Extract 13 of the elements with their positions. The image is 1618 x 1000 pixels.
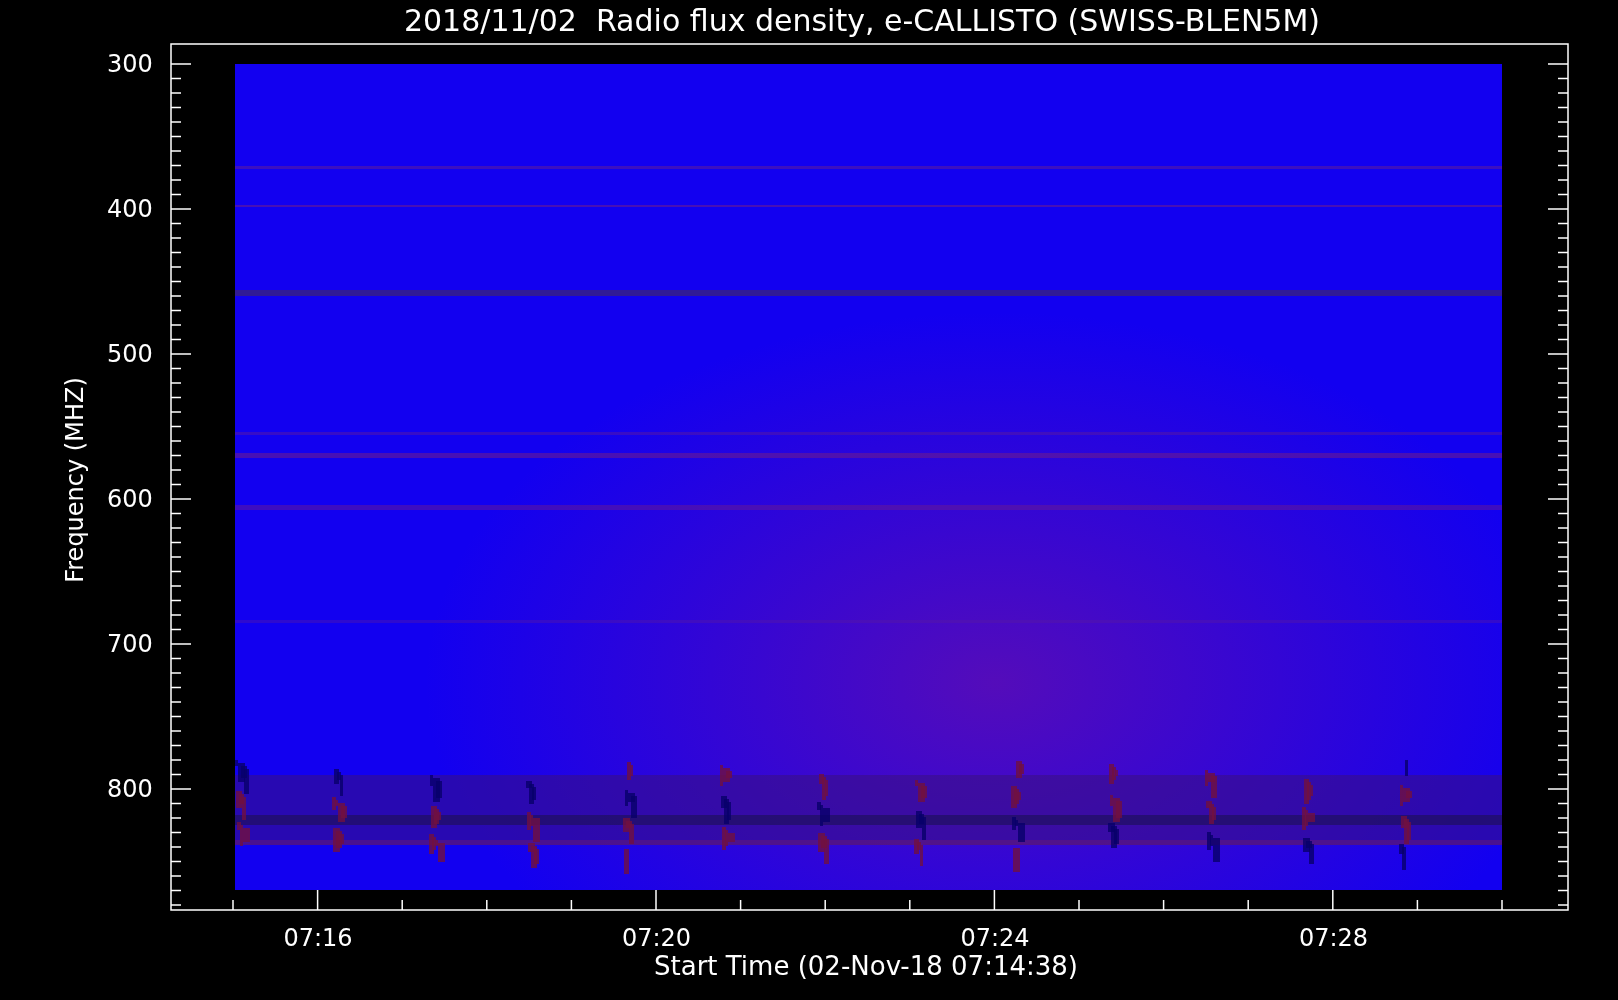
x-tick-label: 07:28 <box>1298 926 1369 950</box>
x-tick-label: 07:16 <box>283 926 353 950</box>
y-axis-label: Frequency (MHZ) <box>63 377 87 583</box>
x-tick-label: 07:24 <box>960 926 1030 950</box>
y-tick-label: 600 <box>107 487 153 511</box>
x-tick-label: 07:20 <box>621 926 692 950</box>
y-tick-label: 400 <box>107 197 153 221</box>
y-tick-label: 700 <box>107 632 153 656</box>
chart-title: 2018/11/02 Radio flux density, e-CALLISTO (SWISS-BLEN5M) <box>403 6 1321 36</box>
y-tick-label: 300 <box>107 52 153 76</box>
x-axis-label: Start Time (02-Nov-18 07:14:38) <box>654 953 1078 979</box>
y-tick-label: 500 <box>107 342 153 366</box>
y-tick-label: 800 <box>107 777 153 801</box>
